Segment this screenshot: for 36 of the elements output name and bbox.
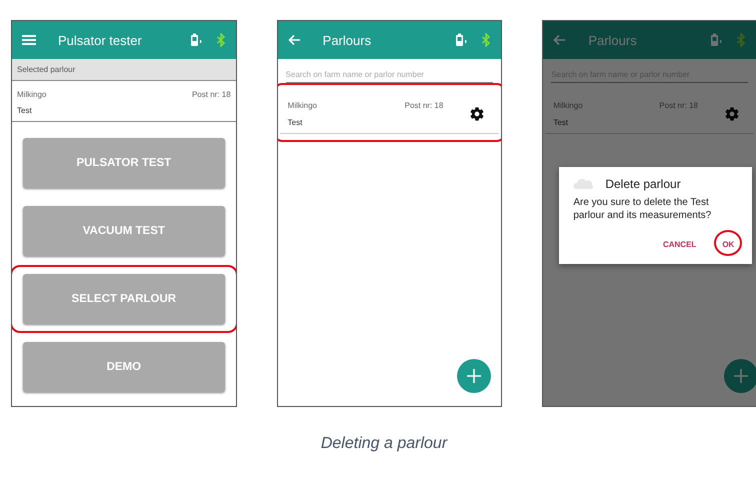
menu-button[interactable]: PULSATOR TEST [23, 138, 225, 188]
dialog-button[interactable]: OK [722, 240, 734, 249]
farm-name: Milkingo [553, 101, 583, 110]
dialog-button[interactable]: CANCEL [662, 240, 696, 249]
farm-name: Milkingo [17, 90, 46, 99]
screen-title: Parlours [322, 32, 372, 48]
add-button[interactable] [456, 358, 492, 394]
battery-icon [190, 33, 202, 47]
back-arrow-icon[interactable] [553, 34, 566, 46]
dialog-message: Are you sure to delete the Test parlour and its measurements? [573, 197, 712, 222]
bluetooth-icon [481, 33, 492, 47]
post-number: Post nr: 18 [192, 90, 231, 99]
menu-button[interactable]: VACUUM TEST [23, 206, 225, 256]
bluetooth-icon [216, 33, 226, 47]
screen-title: Parlours [588, 32, 638, 48]
parlour-name: Test [17, 106, 33, 115]
section-header: Selected parlour [12, 59, 236, 81]
add-button[interactable] [722, 358, 756, 394]
farm-name: Milkingo [288, 101, 317, 110]
screen-title: Pulsator tester [58, 32, 143, 48]
menu-button[interactable]: SELECT PARLOUR [23, 274, 225, 324]
battery-icon [710, 33, 722, 47]
parlour-name: Test [288, 118, 304, 127]
dialog-title: Delete parlour [605, 177, 681, 191]
back-arrow-icon[interactable] [288, 34, 301, 46]
menu-icon[interactable] [22, 34, 36, 46]
bluetooth-icon [736, 33, 746, 47]
post-number: Post nr: 18 [659, 101, 698, 110]
menu-button[interactable]: DEMO [23, 342, 225, 392]
figure-caption: Deleting a parlour [320, 435, 449, 453]
search-field[interactable]: Search on farm name or parlor number [286, 67, 494, 83]
cloud-icon [573, 178, 596, 190]
post-number: Post nr: 18 [404, 101, 444, 110]
battery-icon [455, 33, 468, 47]
parlour-name: Test [553, 118, 569, 127]
settings-icon[interactable] [469, 106, 486, 122]
